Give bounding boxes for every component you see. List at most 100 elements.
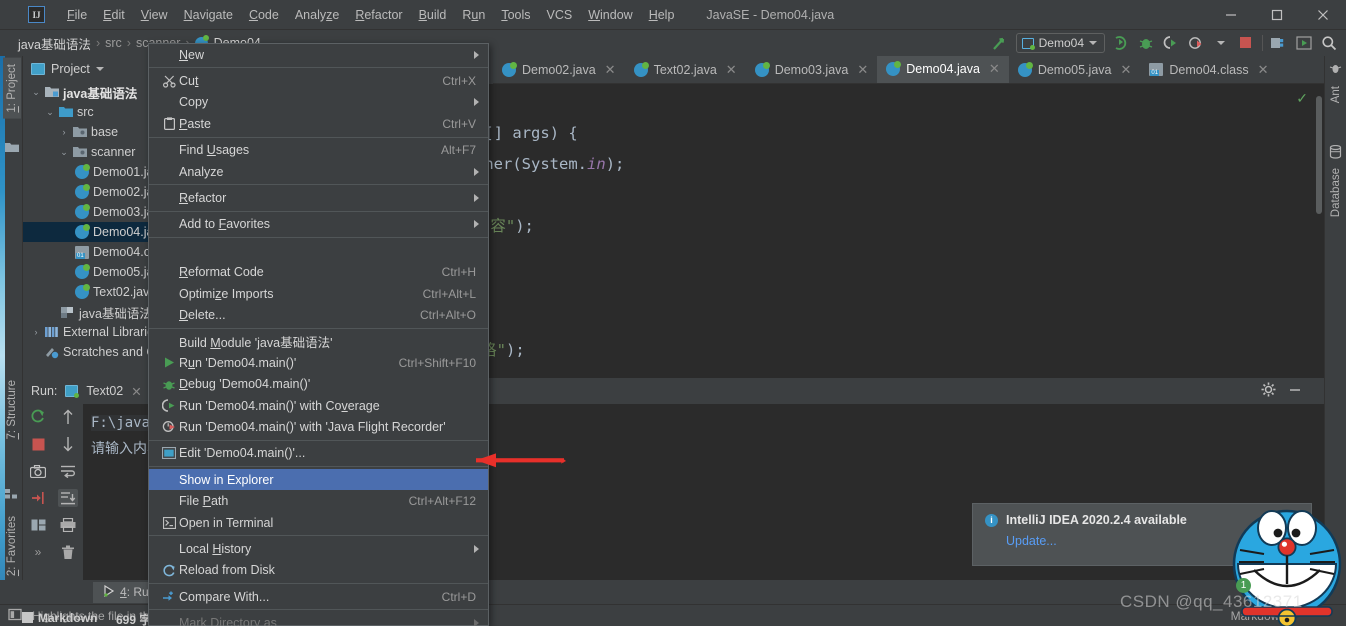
menu-vcs[interactable]: VCS — [539, 4, 581, 26]
menu-item-file-path[interactable]: File Path Ctrl+Alt+F12 — [149, 490, 488, 511]
debug-icon[interactable] — [1137, 34, 1155, 52]
camera-icon[interactable] — [28, 462, 48, 480]
run-with-coverage-icon[interactable] — [1162, 34, 1180, 52]
menu-run[interactable]: Run — [454, 4, 493, 26]
chevron-down-icon[interactable]: ⌄ — [31, 87, 41, 98]
sidebar-item-structure[interactable]: 7: Structure — [3, 374, 21, 445]
close-icon[interactable]: ✕ — [1258, 62, 1269, 78]
export-icon[interactable] — [28, 489, 48, 507]
menu-item-optimize-imports[interactable]: Optimize Imports Ctrl+Alt+L — [149, 283, 488, 304]
chevron-down-icon[interactable]: ⌄ — [45, 107, 55, 118]
menu-item-show-in-explorer[interactable]: Show in Explorer — [149, 469, 488, 491]
menu-code[interactable]: Code — [241, 4, 287, 26]
menu-item-debug-main[interactable]: Debug 'Demo04.main()' — [149, 373, 488, 394]
menu-item-local-history[interactable]: Local History — [149, 538, 488, 559]
breadcrumb-item-project[interactable]: java基础语法 — [18, 34, 91, 53]
menu-item-analyze[interactable]: Analyze — [149, 161, 488, 182]
close-icon[interactable]: ✕ — [726, 62, 737, 78]
up-arrow-icon[interactable] — [58, 408, 78, 426]
search-everywhere-icon[interactable] — [1320, 34, 1338, 52]
chevron-right-icon[interactable]: › — [59, 127, 69, 137]
menu-item-reload-from-disk[interactable]: Reload from Disk — [149, 560, 488, 581]
run-configuration-selector[interactable]: Demo04 — [1015, 33, 1105, 53]
menu-item-compare-with[interactable]: Compare With... Ctrl+D — [149, 586, 488, 607]
menu-refactor[interactable]: Refactor — [347, 4, 410, 26]
down-arrow-icon[interactable] — [58, 435, 78, 453]
menu-item-delete[interactable]: Delete... Ctrl+Alt+O — [149, 304, 488, 325]
more-icon[interactable]: » — [28, 543, 48, 561]
sidebar-item-project[interactable]: 1: Project — [3, 58, 21, 119]
menu-item-edit-configuration[interactable]: Edit 'Demo04.main()'... — [149, 443, 488, 464]
menu-item-find-usages[interactable]: Find Usages Alt+F7 — [149, 140, 488, 161]
soft-wrap-icon[interactable] — [58, 462, 78, 480]
menu-item-copy[interactable]: Copy — [149, 92, 488, 113]
notification-count-badge[interactable]: 1 — [1236, 578, 1251, 593]
context-menu[interactable]: New Cut Ctrl+X Copy Paste Ctrl+V Find Usag… — [148, 43, 489, 626]
menu-separator — [149, 184, 488, 186]
menu-item-browse-type-hierarchy[interactable] — [149, 240, 488, 261]
inspection-ok-icon[interactable]: ✓ — [1296, 90, 1308, 107]
close-icon[interactable]: ✕ — [857, 62, 868, 78]
menu-item-run-with-coverage[interactable]: Run 'Demo04.main()' with Coverage — [149, 395, 488, 416]
menu-item-refactor[interactable]: Refactor — [149, 187, 488, 208]
print-icon[interactable] — [58, 516, 78, 534]
gear-icon[interactable] — [1261, 382, 1276, 400]
menu-build[interactable]: Build — [411, 4, 455, 26]
close-icon[interactable]: ✕ — [131, 384, 141, 399]
maximize-button[interactable] — [1254, 0, 1300, 30]
close-icon[interactable]: ✕ — [1120, 62, 1131, 78]
menu-item-cut[interactable]: Cut Ctrl+X — [149, 70, 488, 91]
menu-item-reformat-code[interactable]: Reformat Code Ctrl+H — [149, 262, 488, 283]
chevron-right-icon[interactable]: › — [31, 327, 41, 337]
back-arrow-icon[interactable] — [991, 34, 1009, 52]
tab-demo03-java[interactable]: Demo03.java ✕ — [746, 56, 878, 83]
select-in-project-icon[interactable] — [8, 607, 23, 625]
close-icon[interactable]: ✕ — [605, 62, 616, 78]
menu-edit[interactable]: Edit — [95, 4, 133, 26]
menu-item-build-module[interactable]: Build Module 'java基础语法' — [149, 331, 488, 352]
menu-tools[interactable]: Tools — [493, 4, 538, 26]
sidebar-item-favorites[interactable]: 2: Favorites — [3, 510, 21, 582]
run-toolbar-column-left: » — [23, 404, 53, 580]
breadcrumb-item-src[interactable]: src — [105, 36, 122, 50]
menu-item-run-with-jfr[interactable]: Run 'Demo04.main()' with 'Java Flight Re… — [149, 416, 488, 437]
profiler-icon[interactable] — [1187, 34, 1205, 52]
menu-navigate[interactable]: Navigate — [176, 4, 241, 26]
menu-analyze[interactable]: Analyze — [287, 4, 347, 26]
tab-text02-java[interactable]: Text02.java ✕ — [625, 56, 746, 83]
menu-item-run-main[interactable]: Run 'Demo04.main()' Ctrl+Shift+F10 — [149, 352, 488, 373]
run-icon[interactable] — [1112, 34, 1130, 52]
chevron-down-icon[interactable] — [1212, 34, 1230, 52]
tab-demo05-java[interactable]: Demo05.java ✕ — [1009, 56, 1141, 83]
menu-item-add-to-favorites[interactable]: Add to Favorites — [149, 214, 488, 235]
stop-icon[interactable] — [28, 435, 48, 453]
stop-icon[interactable] — [1237, 34, 1255, 52]
project-structure-icon[interactable] — [1270, 34, 1288, 52]
menu-item-paste[interactable]: Paste Ctrl+V — [149, 113, 488, 134]
close-icon[interactable]: ✕ — [989, 61, 1000, 77]
layout-icon[interactable] — [28, 516, 48, 534]
run-config-name[interactable]: Text02 — [86, 384, 123, 398]
tab-demo04-java[interactable]: Demo04.java ✕ — [877, 56, 1009, 83]
chevron-down-icon[interactable] — [95, 67, 104, 71]
menu-view[interactable]: View — [133, 4, 176, 26]
sidebar-item-ant[interactable]: Ant — [1327, 80, 1345, 109]
sidebar-item-database[interactable]: Database — [1327, 162, 1345, 223]
trash-icon[interactable] — [58, 543, 78, 561]
menu-item-open-in-terminal[interactable]: Open in Terminal — [149, 512, 488, 533]
chevron-down-icon[interactable]: ⌄ — [59, 147, 69, 158]
rerun-icon[interactable] — [28, 408, 48, 426]
menu-window[interactable]: Window — [580, 4, 640, 26]
close-button[interactable] — [1300, 0, 1346, 30]
menu-item-new[interactable]: New — [149, 44, 488, 65]
menu-help[interactable]: Help — [641, 4, 683, 26]
scroll-to-end-icon[interactable] — [58, 489, 78, 507]
minimize-button[interactable] — [1208, 0, 1254, 30]
minimize-icon[interactable] — [1288, 383, 1302, 400]
status-markdown-label[interactable]: Markdown — [38, 611, 97, 625]
menu-file[interactable]: File — [59, 4, 95, 26]
tab-demo02-java[interactable]: Demo02.java ✕ — [493, 56, 625, 83]
editor-scrollbar[interactable] — [1316, 96, 1322, 214]
tab-demo04-class[interactable]: Demo04.class ✕ — [1140, 56, 1277, 83]
update-project-icon[interactable] — [1295, 34, 1313, 52]
